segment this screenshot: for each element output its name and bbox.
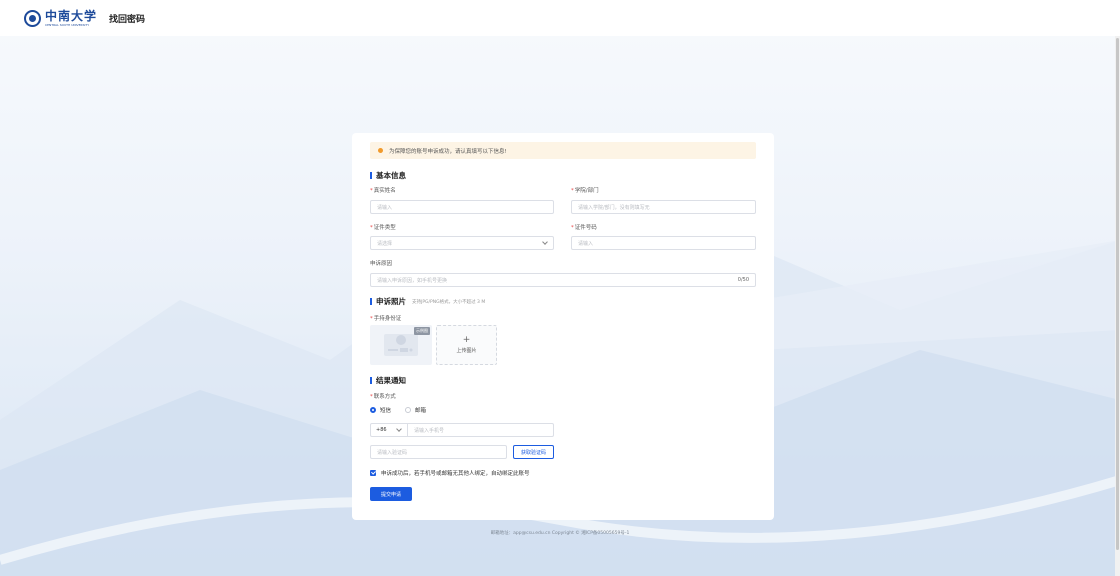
top-bar: 中南大学 CENTRAL SOUTH UNIVERSITY 找回密码 <box>0 0 1120 36</box>
reason-char-counter: 0/50 <box>737 277 749 283</box>
section-basic-info: 基本信息 <box>370 170 406 181</box>
id-number-input[interactable]: 请输入 <box>571 236 756 250</box>
college-input[interactable]: 请输入学院/部门，没有则填写无 <box>571 200 756 214</box>
chevron-down-icon <box>542 239 548 245</box>
sample-badge: 示例图 <box>414 327 430 335</box>
section-marker <box>370 377 372 384</box>
phone-input-group: +86 请输入手机号 <box>370 423 554 437</box>
radio-sms-label[interactable]: 短信 <box>380 406 391 414</box>
section-marker <box>370 172 372 179</box>
section-notify: 结果通知 <box>370 375 406 386</box>
plus-icon: + <box>462 335 471 345</box>
section-notify-title: 结果通知 <box>376 376 406 385</box>
photo-format-hint: 支持JPG/PNG格式，大小不超过 3 M <box>412 299 486 305</box>
chevron-down-icon <box>396 426 402 432</box>
reason-label: 申诉原因 <box>370 261 393 267</box>
page-title: 找回密码 <box>109 14 146 25</box>
radio-sms[interactable] <box>370 407 376 413</box>
sample-image: 示例图 <box>370 325 432 365</box>
real-name-input[interactable]: 请输入 <box>370 200 554 214</box>
contact-method-radios: 短信 邮箱 <box>370 406 426 414</box>
contact-method-label: *联系方式 <box>370 394 396 400</box>
university-seal-icon <box>24 9 41 27</box>
section-photo: 申诉照片 支持JPG/PNG格式，大小不超过 3 M <box>370 296 485 307</box>
auto-bind-text[interactable]: 申诉成功后，若手机号或邮箱无其他人绑定，自动绑定此账号 <box>381 469 530 477</box>
logo-chinese-name: 中南大学 <box>45 8 98 23</box>
university-logo[interactable]: 中南大学 CENTRAL SOUTH UNIVERSITY <box>24 8 98 27</box>
warning-icon <box>378 148 383 153</box>
notice-banner: 为保障您的账号申诉成功，请认真填写以下信息! <box>370 142 756 159</box>
phone-input[interactable]: 请输入手机号 <box>408 427 444 434</box>
section-photo-title: 申诉照片 <box>376 297 406 306</box>
verification-code-input[interactable]: 请输入验证码 <box>370 445 507 459</box>
id-type-select[interactable]: 请选择 <box>370 236 554 250</box>
radio-email-label[interactable]: 邮箱 <box>415 406 426 414</box>
footer-copyright: 邮箱地址：app@csu.edu.cn Copyright © 湘ICP备050… <box>490 531 630 536</box>
logo-english-name: CENTRAL SOUTH UNIVERSITY <box>45 22 90 27</box>
reason-input[interactable]: 请输入申诉原因，如手机号更换 0/50 <box>370 273 756 287</box>
section-marker <box>370 298 372 305</box>
id-type-label: *证件类型 <box>370 225 396 231</box>
section-basic-info-title: 基本信息 <box>376 171 406 180</box>
auto-bind-checkbox[interactable] <box>370 470 376 476</box>
get-code-button[interactable]: 获取验证码 <box>513 445 554 459</box>
real-name-label: *真实姓名 <box>370 188 396 194</box>
scrollbar-thumb[interactable] <box>1116 38 1119 550</box>
password-recovery-form: 为保障您的账号申诉成功，请认真填写以下信息! 基本信息 *真实姓名 请输入 *学… <box>352 133 774 520</box>
submit-button[interactable]: 提交申请 <box>370 487 412 501</box>
id-photo-label: *手持身份证 <box>370 316 402 322</box>
id-number-label: *证件号码 <box>571 225 597 231</box>
upload-image-button[interactable]: + 上传图片 <box>436 325 497 365</box>
auto-bind-agreement: 申诉成功后，若手机号或邮箱无其他人绑定，自动绑定此账号 <box>370 469 530 477</box>
upload-image-label: 上传图片 <box>456 348 477 354</box>
country-code-select[interactable]: +86 <box>371 424 408 436</box>
notice-text: 为保障您的账号申诉成功，请认真填写以下信息! <box>389 148 507 155</box>
radio-email[interactable] <box>405 407 412 413</box>
college-label: *学院/部门 <box>571 188 599 194</box>
